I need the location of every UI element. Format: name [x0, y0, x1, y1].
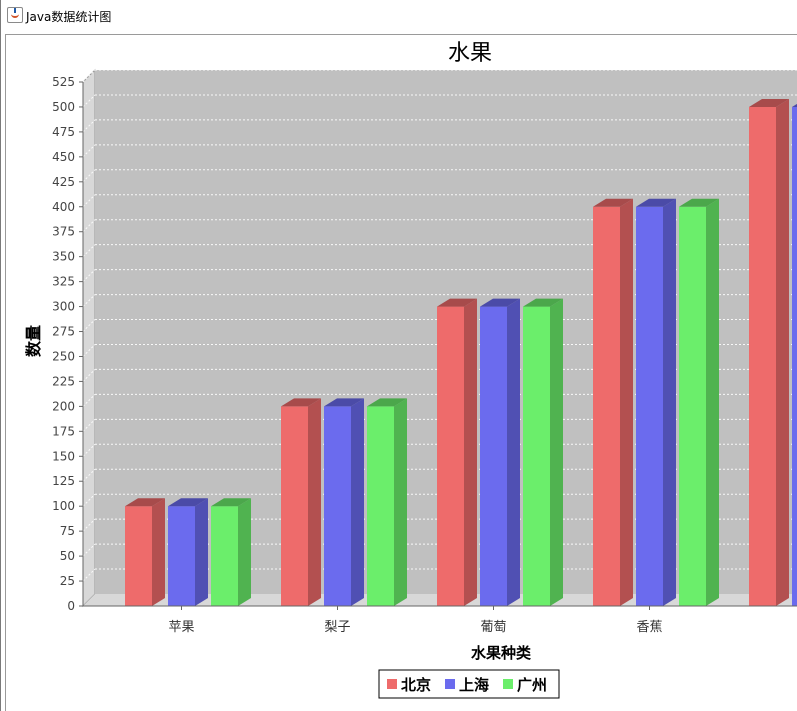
bar	[679, 206, 706, 606]
y-tick-label: 150	[52, 449, 75, 463]
legend-label: 北京	[401, 676, 431, 694]
legend-swatch	[503, 679, 513, 689]
legend-label: 上海	[459, 676, 489, 694]
bar-side	[308, 398, 321, 606]
y-tick-label: 125	[52, 474, 75, 488]
bar-side	[351, 398, 364, 606]
y-tick-label: 50	[60, 549, 75, 563]
bar-side	[663, 198, 676, 606]
x-axis: 苹果梨子葡萄香蕉荔	[83, 605, 797, 635]
bar-side	[238, 498, 251, 606]
bar-side	[620, 198, 633, 606]
bar-side	[464, 298, 477, 606]
y-tick-label: 400	[52, 200, 75, 214]
bar	[125, 506, 152, 606]
y-tick-label: 325	[52, 275, 75, 289]
y-tick-label: 350	[52, 250, 75, 264]
chart-title: 水果	[448, 40, 492, 65]
y-axis: 0 25 50 75 100 125 150 175 200 225 250 275 300 325 350…	[52, 75, 84, 613]
y-tick-label: 25	[60, 574, 75, 588]
bar	[324, 406, 351, 606]
x-tick-label: 梨子	[324, 620, 350, 635]
y-tick-label: 200	[52, 399, 75, 413]
bar	[211, 506, 238, 606]
y-tick-label: 175	[52, 424, 75, 438]
bar-side	[152, 498, 165, 606]
bar	[636, 206, 663, 606]
bar	[593, 206, 620, 606]
legend-swatch	[387, 679, 397, 689]
x-tick-label: 香蕉	[636, 620, 662, 635]
x-tick-label: 苹果	[168, 620, 194, 635]
chart-window: Java数据统计图 水果 0 25 50 75 100 125 150 175 200 225 25…	[0, 0, 797, 711]
bar-side	[550, 298, 563, 606]
bar-side	[706, 198, 719, 606]
y-tick-label: 225	[52, 374, 75, 388]
bar-side	[394, 398, 407, 606]
y-tick-label: 450	[52, 150, 75, 164]
bar	[523, 306, 550, 606]
bar	[168, 506, 195, 606]
y-tick-label: 425	[52, 175, 75, 189]
y-tick-label: 375	[52, 225, 75, 239]
bar	[437, 306, 464, 606]
bar	[792, 106, 797, 606]
bar	[281, 406, 308, 606]
bar	[749, 106, 776, 606]
y-tick-label: 500	[52, 100, 75, 114]
legend: 北京 上海 广州	[378, 669, 560, 699]
bar-side	[507, 298, 520, 606]
y-tick-label: 300	[52, 300, 75, 314]
bar	[480, 306, 507, 606]
bar-side	[776, 98, 789, 606]
bar	[367, 406, 394, 606]
legend-label: 广州	[517, 676, 547, 694]
y-tick-label: 525	[52, 75, 75, 89]
x-tick-label: 葡萄	[480, 620, 506, 635]
bar-side	[195, 498, 208, 606]
legend-swatch	[445, 679, 455, 689]
y-tick-label: 250	[52, 349, 75, 363]
y-tick-label: 100	[52, 499, 75, 513]
y-axis-label: 数量	[24, 325, 43, 357]
y-tick-label: 275	[52, 325, 75, 339]
bar-chart: 水果 0 25 50 75 100 125 150 175 200 225 250 275 300 325…	[24, 40, 797, 699]
x-axis-label: 水果种类	[471, 644, 532, 662]
y-tick-label: 475	[52, 125, 75, 139]
y-tick-label: 0	[67, 599, 75, 613]
y-tick-label: 75	[60, 524, 75, 538]
